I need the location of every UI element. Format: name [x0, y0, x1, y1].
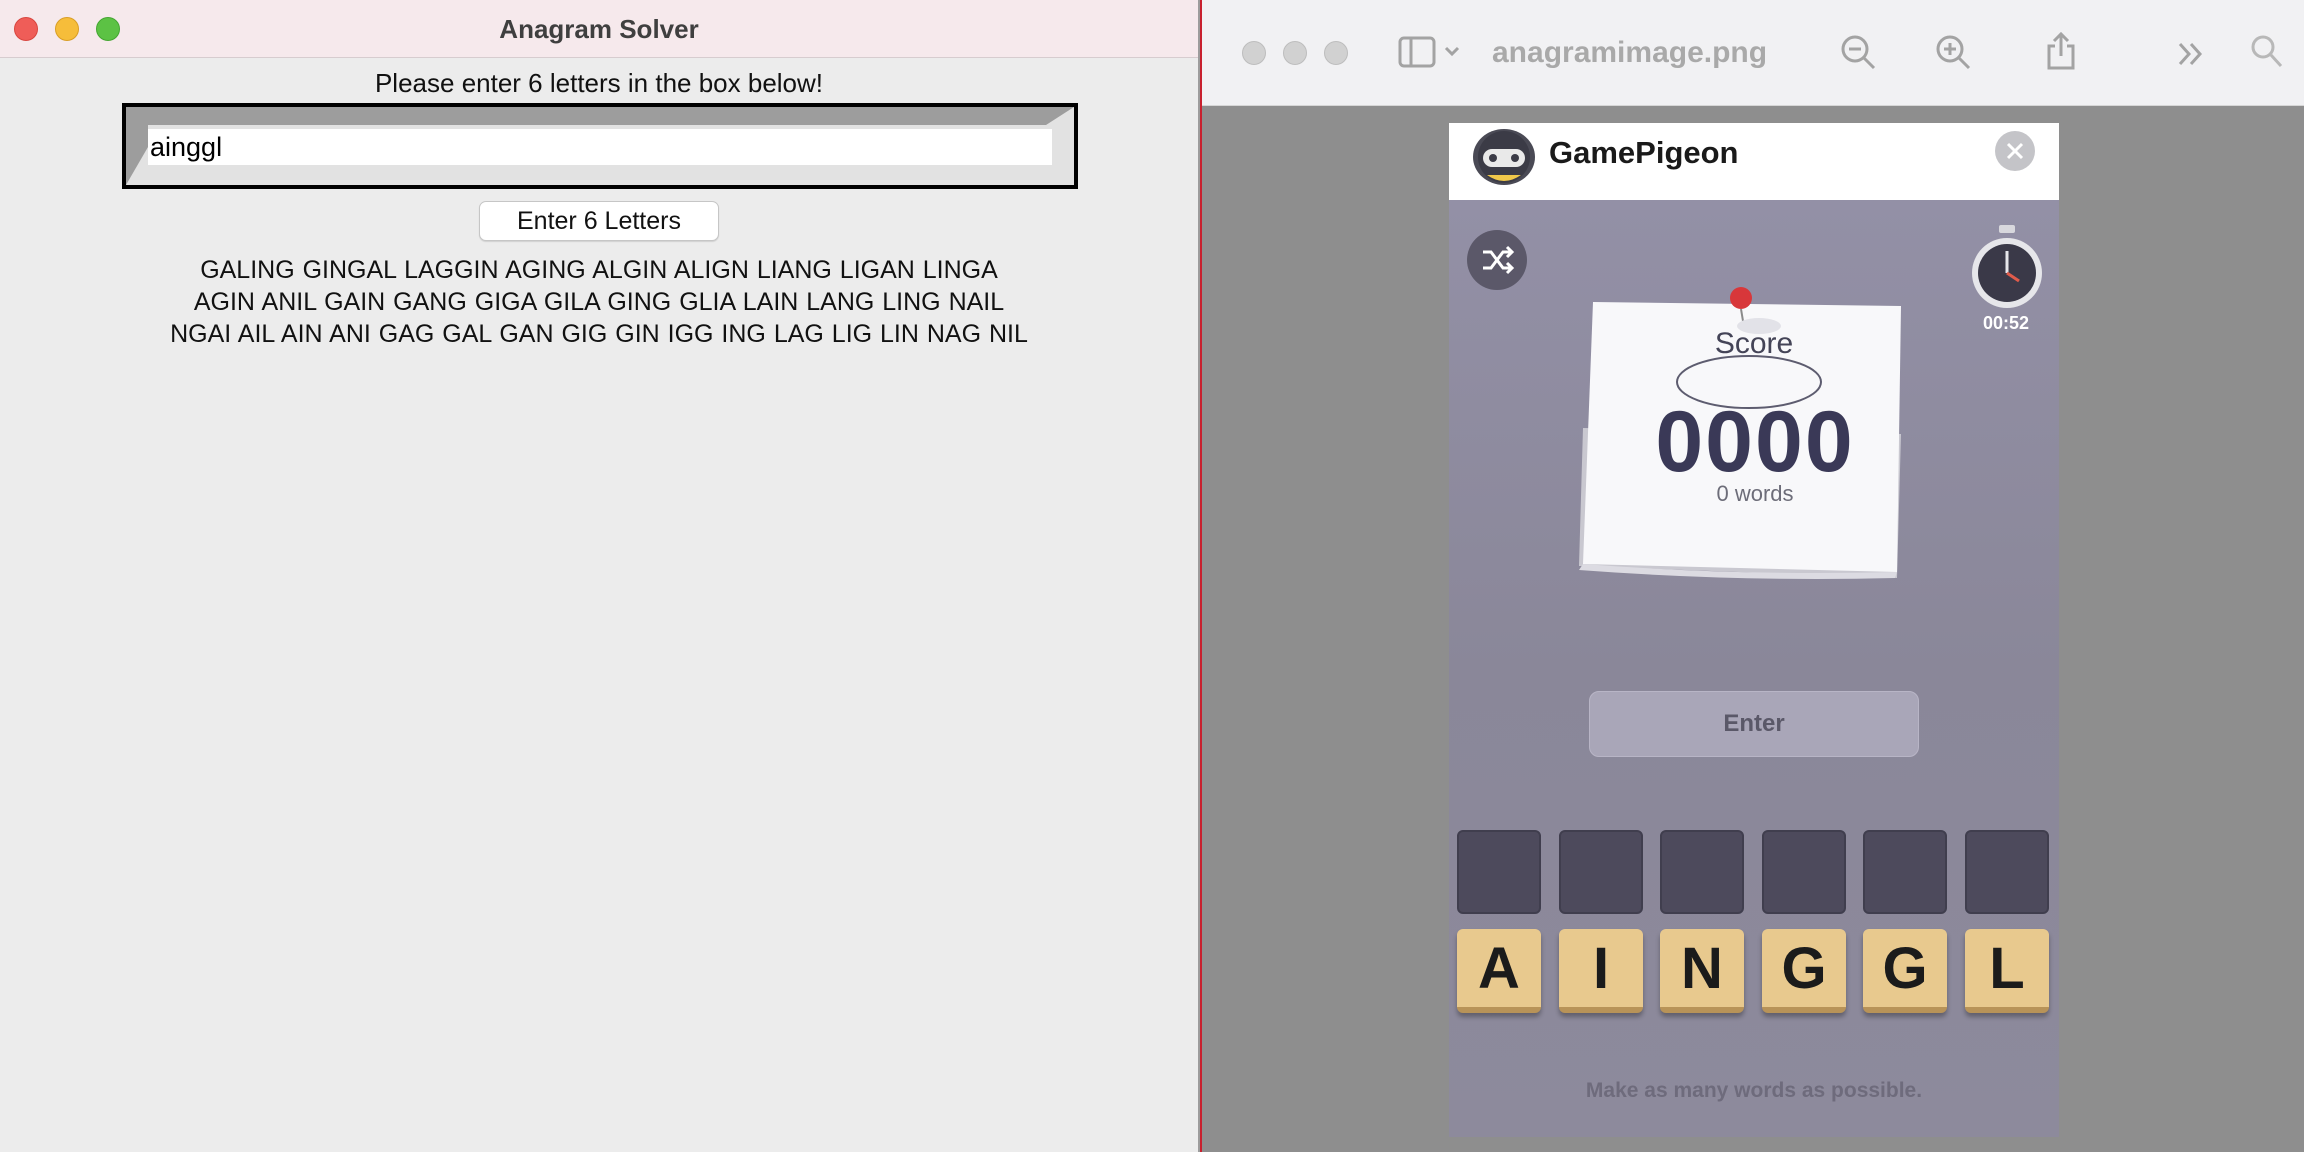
letter-tile: I	[1559, 929, 1643, 1013]
letters-entry-frame	[122, 103, 1078, 189]
game-hint-text: Make as many words as possible.	[1585, 1079, 1923, 1102]
preview-minimize-button[interactable]	[1283, 41, 1307, 65]
gamepigeon-logo-icon	[1473, 129, 1535, 185]
title-bar[interactable]: Anagram Solver	[0, 0, 1198, 58]
search-icon[interactable]	[2250, 34, 2284, 70]
sidebar-toggle-icon[interactable]	[1398, 34, 1464, 72]
letter-slot	[1457, 830, 1541, 914]
game-screenshot-image: GamePigeon 00:52 Score 0000 0 words Ente…	[1449, 123, 2059, 1137]
instruction-label: Please enter 6 letters in the box below!	[374, 68, 824, 98]
letter-slot	[1762, 830, 1846, 914]
letter-slot	[1660, 830, 1744, 914]
score-value: 0000	[1655, 394, 1855, 490]
letter-slot	[1965, 830, 2049, 914]
shuffle-icon	[1467, 230, 1527, 290]
gamepigeon-header: GamePigeon	[1449, 123, 2059, 200]
anagram-solver-window: Anagram Solver Please enter 6 letters in…	[0, 0, 1200, 1152]
letter-tile: G	[1863, 929, 1947, 1013]
preview-window: anagramimage.png GamePigeon 00:52 Score …	[1202, 0, 2304, 1152]
word-count: 0 words	[1716, 481, 1794, 506]
entry-bevel-top	[126, 107, 1074, 125]
preview-toolbar: anagramimage.png	[1202, 0, 2304, 106]
game-timer: 00:52	[1982, 313, 2030, 333]
preview-file-name: anagramimage.png	[1492, 36, 1768, 69]
letter-slot	[1863, 830, 1947, 914]
entry-bevel-left	[126, 107, 148, 185]
letters-input[interactable]	[148, 129, 1052, 165]
zoom-out-icon[interactable]	[1840, 34, 1878, 72]
preview-close-button[interactable]	[1242, 41, 1266, 65]
letter-tile: N	[1660, 929, 1744, 1013]
gamepigeon-close-icon	[1995, 131, 2035, 171]
score-label: Score	[1714, 327, 1794, 360]
gamepigeon-title: GamePigeon	[1549, 135, 1739, 170]
stopwatch-icon	[1972, 225, 2042, 308]
letter-tile: L	[1965, 929, 2049, 1013]
letter-slot	[1559, 830, 1643, 914]
share-icon[interactable]	[2044, 30, 2078, 72]
enter-letters-button[interactable]: Enter 6 Letters	[479, 201, 719, 241]
letter-tile: A	[1457, 929, 1541, 1013]
anagram-results: GALING GINGAL LAGGIN AGING ALGIN ALIGN L…	[170, 256, 1028, 348]
preview-zoom-button[interactable]	[1324, 41, 1348, 65]
more-toolbar-items-icon[interactable]	[2176, 40, 2206, 68]
letter-tile: G	[1762, 929, 1846, 1013]
game-enter-button: Enter	[1589, 691, 1919, 757]
window-title: Anagram Solver	[499, 14, 699, 44]
zoom-in-icon[interactable]	[1935, 34, 1973, 72]
